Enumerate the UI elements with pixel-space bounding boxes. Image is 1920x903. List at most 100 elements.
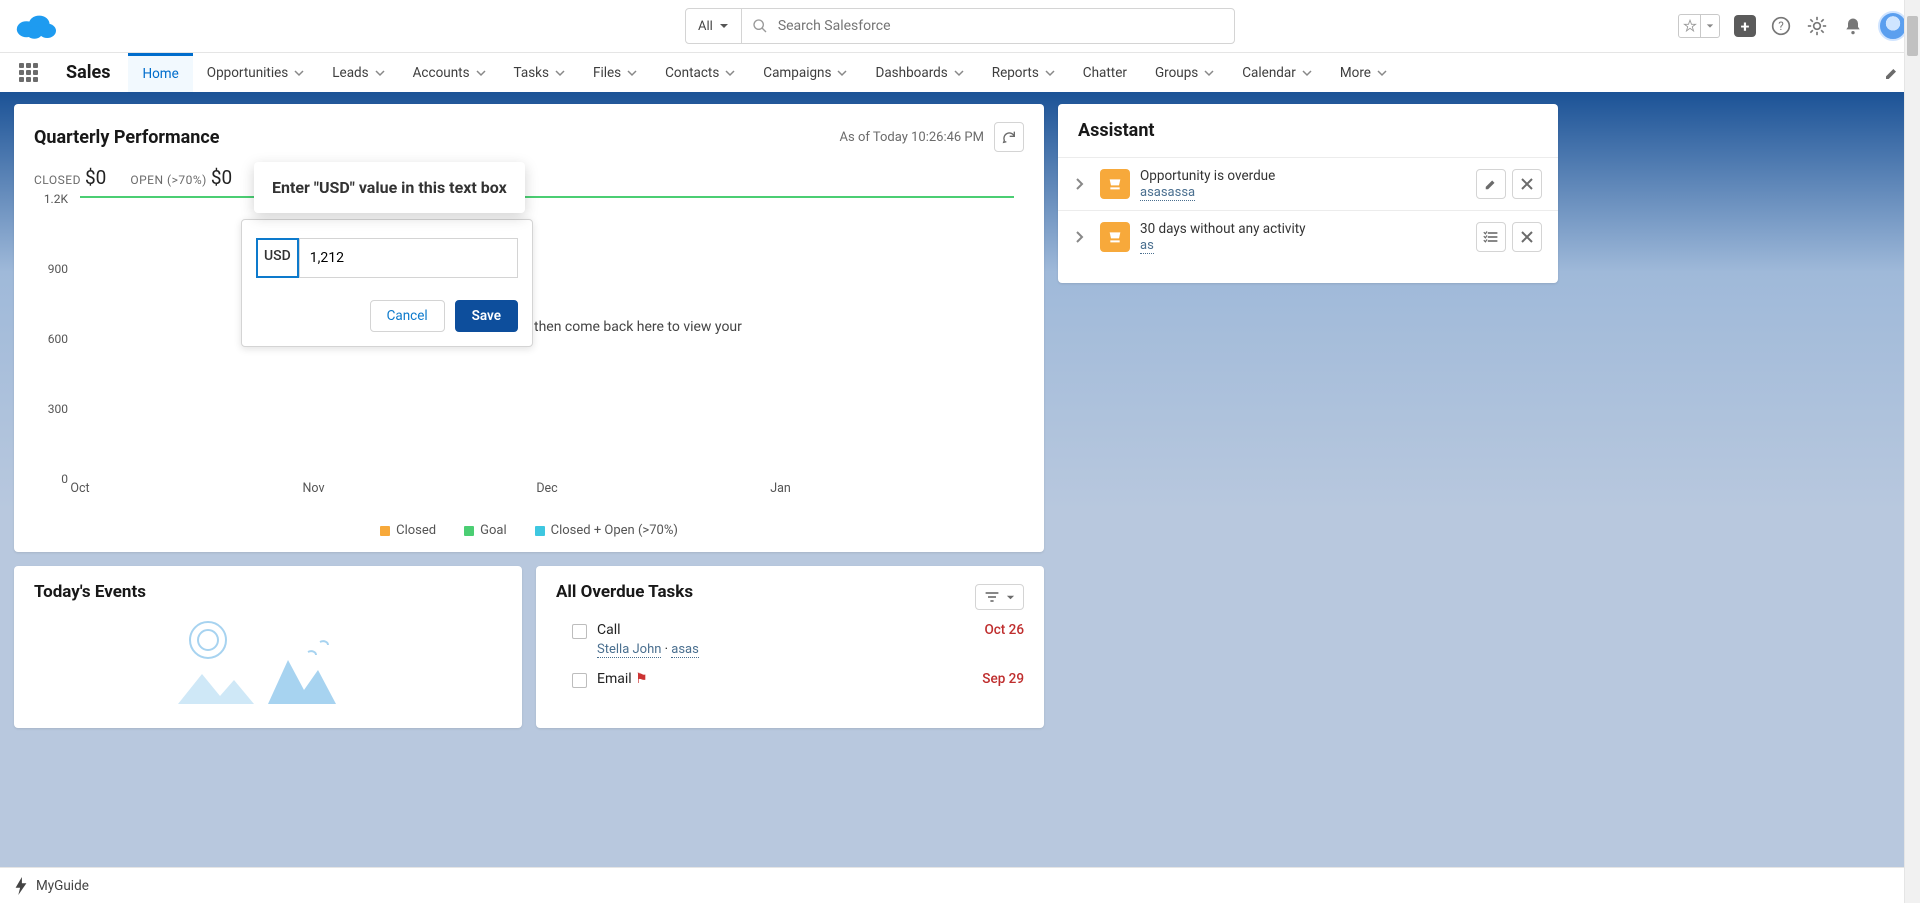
assistant-link[interactable]: asasassa: [1140, 185, 1195, 201]
opportunity-icon: [1100, 169, 1130, 199]
search-icon: [752, 18, 768, 34]
global-create-button[interactable]: +: [1734, 15, 1756, 37]
task-row: Email ⚑ Sep 29: [556, 661, 1024, 695]
nav-label: Opportunities: [207, 65, 288, 81]
task-checkbox[interactable]: [572, 673, 587, 688]
task-date: Sep 29: [982, 671, 1024, 687]
notifications-button[interactable]: [1842, 15, 1864, 37]
nav-label: Chatter: [1083, 65, 1127, 81]
nav-groups[interactable]: Groups: [1141, 53, 1228, 92]
quarterly-performance-card: Quarterly Performance As of Today 10:26:…: [14, 104, 1044, 552]
legend-item: Closed + Open (>70%): [535, 523, 678, 538]
assistant-title: Assistant: [1058, 104, 1558, 157]
caret-down-icon: [1706, 22, 1714, 30]
tasks-filter-button[interactable]: [975, 584, 1024, 610]
chevron-right-icon[interactable]: [1074, 230, 1090, 244]
nav-label: Files: [593, 65, 621, 81]
assistant-link[interactable]: as: [1140, 238, 1154, 254]
save-button[interactable]: Save: [455, 300, 518, 332]
nav-label: Home: [142, 66, 178, 82]
events-illustration: [34, 612, 502, 712]
close-icon: [1521, 231, 1533, 243]
caret-down-icon: [1006, 593, 1015, 602]
goal-value-input[interactable]: [299, 238, 518, 278]
nav-calendar[interactable]: Calendar: [1228, 53, 1326, 92]
waffle-icon: [19, 63, 38, 82]
chevron-right-icon[interactable]: [1074, 177, 1090, 191]
vertical-scrollbar[interactable]: [1904, 0, 1920, 903]
assistant-item: Opportunity is overdueasasassa: [1058, 157, 1558, 210]
background-hint-text: then come back here to view your: [534, 319, 742, 335]
task-checkbox[interactable]: [572, 624, 587, 639]
nav-opportunities[interactable]: Opportunities: [193, 53, 318, 92]
todays-events-card: Today's Events: [14, 566, 522, 728]
chevron-down-icon: [1204, 68, 1214, 78]
refresh-button[interactable]: [994, 122, 1024, 152]
closed-label: CLOSED: [34, 173, 81, 187]
nav-chatter[interactable]: Chatter: [1069, 53, 1141, 92]
task-related-link[interactable]: asas: [671, 642, 699, 658]
nav-label: Dashboards: [875, 65, 947, 81]
footer-bar: MyGuide: [0, 867, 1920, 903]
nav-label: Tasks: [514, 65, 549, 81]
chevron-down-icon: [294, 68, 304, 78]
salesforce-logo[interactable]: [12, 10, 84, 42]
y-tick: 600: [48, 332, 68, 346]
close-icon: [1521, 178, 1533, 190]
nav-more[interactable]: More: [1326, 53, 1401, 92]
assistant-action-button[interactable]: [1476, 222, 1506, 252]
edit-goal-popover: USD Cancel Save: [241, 219, 533, 347]
search-scope-dropdown[interactable]: All: [686, 9, 742, 43]
search-scope-label: All: [698, 19, 713, 34]
nav-label: Calendar: [1242, 65, 1296, 81]
chevron-down-icon: [1045, 68, 1055, 78]
nav-campaigns[interactable]: Campaigns: [749, 53, 861, 92]
y-tick: 1.2K: [44, 192, 68, 206]
nav-tasks[interactable]: Tasks: [500, 53, 579, 92]
pencil-icon: [1484, 177, 1498, 191]
chevron-down-icon: [555, 68, 565, 78]
caret-down-icon: [719, 21, 729, 31]
nav-home[interactable]: Home: [128, 53, 192, 92]
app-launcher-button[interactable]: [8, 53, 48, 92]
setup-button[interactable]: [1806, 15, 1828, 37]
nav-files[interactable]: Files: [579, 53, 651, 92]
task-title[interactable]: Call: [597, 622, 974, 638]
task-person-link[interactable]: Stella John: [597, 642, 661, 658]
chevron-down-icon: [476, 68, 486, 78]
assistant-dismiss-button[interactable]: [1512, 169, 1542, 199]
app-name: Sales: [48, 53, 128, 92]
chevron-down-icon: [1302, 68, 1312, 78]
footer-label[interactable]: MyGuide: [36, 878, 89, 894]
assistant-card: Assistant Opportunity is overdueasasassa…: [1058, 104, 1558, 283]
search-input[interactable]: [778, 18, 1224, 34]
task-title[interactable]: Email ⚑: [597, 671, 972, 687]
events-title: Today's Events: [34, 582, 502, 602]
nav-leads[interactable]: Leads: [318, 53, 398, 92]
legend-item: Goal: [464, 523, 507, 538]
nav-label: Accounts: [413, 65, 470, 81]
y-tick: 900: [48, 262, 68, 276]
nav-label: Campaigns: [763, 65, 831, 81]
nav-accounts[interactable]: Accounts: [399, 53, 500, 92]
legend-item: Closed: [380, 523, 436, 538]
favorites-button[interactable]: [1678, 14, 1720, 38]
chevron-down-icon: [725, 68, 735, 78]
x-tick: Oct: [70, 481, 89, 496]
nav-reports[interactable]: Reports: [978, 53, 1069, 92]
nav-dashboards[interactable]: Dashboards: [861, 53, 977, 92]
nav-contacts[interactable]: Contacts: [651, 53, 749, 92]
nav-label: More: [1340, 65, 1371, 81]
flag-icon: ⚑: [635, 671, 648, 687]
assistant-text: 30 days without any activity: [1140, 221, 1466, 237]
assistant-action-button[interactable]: [1476, 169, 1506, 199]
question-icon: ?: [1771, 16, 1791, 36]
nav-label: Leads: [332, 65, 368, 81]
assistant-item: 30 days without any activityas: [1058, 210, 1558, 263]
assistant-dismiss-button[interactable]: [1512, 222, 1542, 252]
nav-label: Reports: [992, 65, 1039, 81]
cancel-button[interactable]: Cancel: [370, 300, 445, 332]
svg-text:?: ?: [1778, 19, 1784, 33]
bell-icon: [1843, 16, 1863, 36]
help-button[interactable]: ?: [1770, 15, 1792, 37]
